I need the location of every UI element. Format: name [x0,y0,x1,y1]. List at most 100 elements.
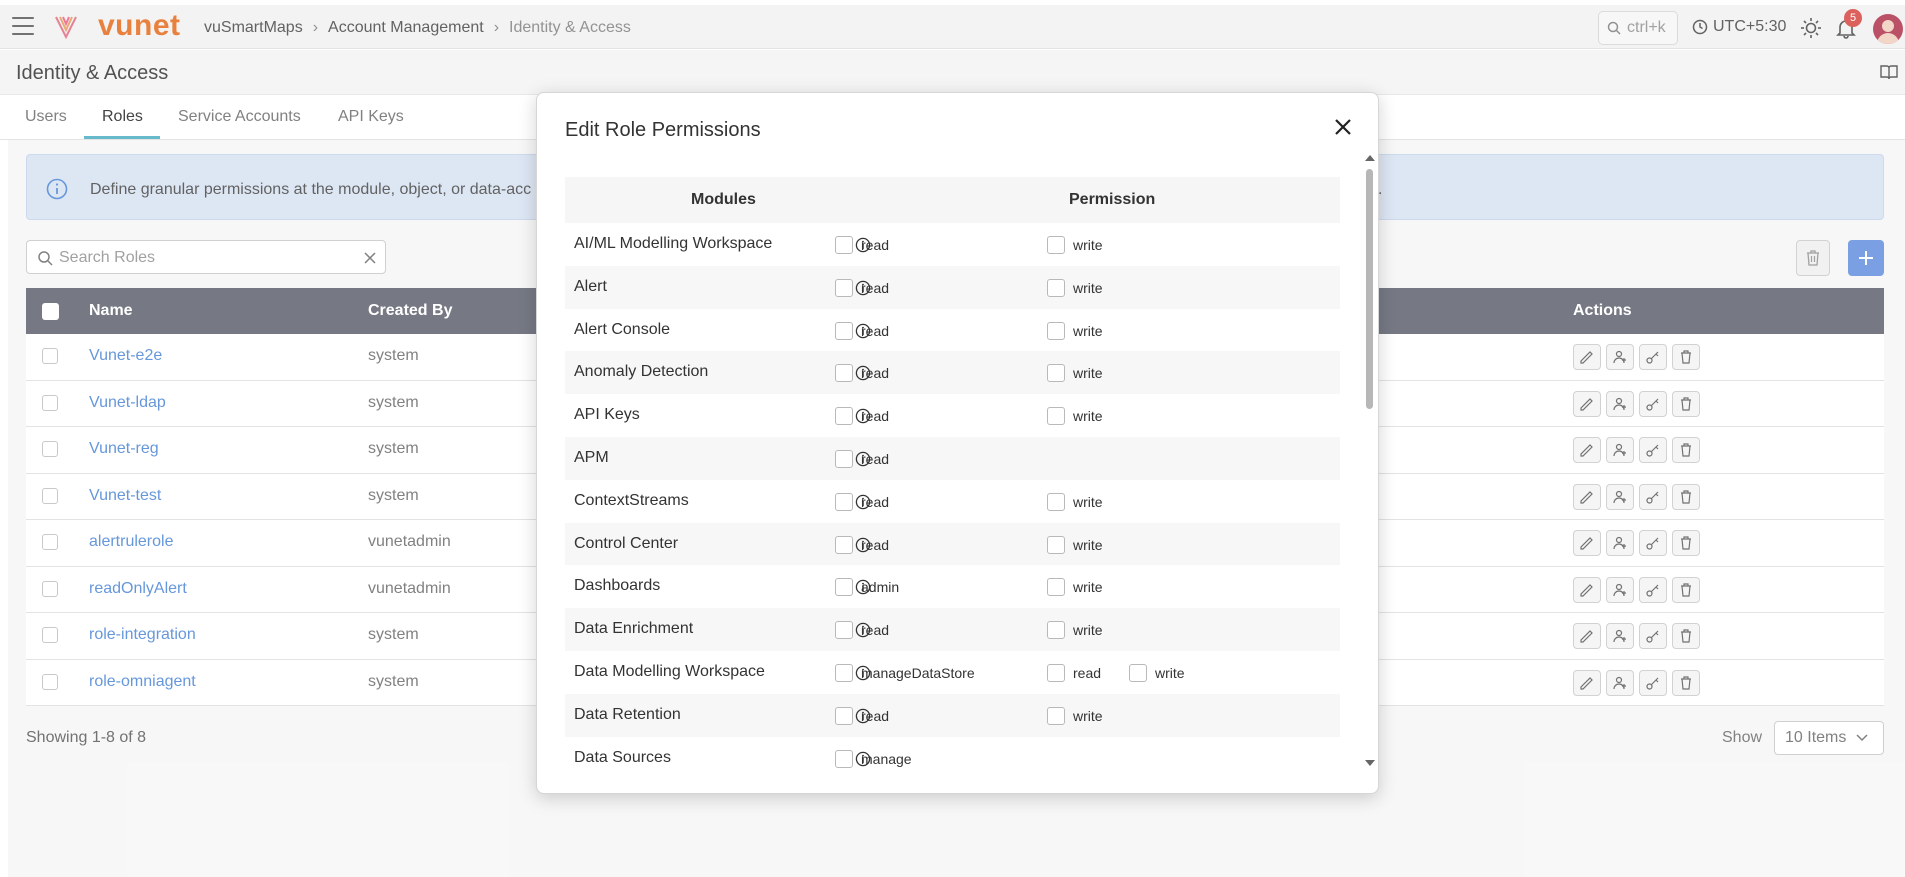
permission-label: admin [861,579,900,596]
permission-checkbox[interactable] [1047,407,1065,426]
permission-checkbox[interactable] [835,749,853,768]
modal-title: Edit Role Permissions [565,119,761,141]
permission-option-write[interactable]: write [1047,407,1103,426]
permission-option-write[interactable]: write [1047,578,1103,597]
permission-row-ai-ml-modelling-workspace: AI/ML Modelling Workspace read write [565,223,1340,266]
scroll-up-arrow-icon[interactable] [1365,155,1375,161]
permission-checkbox[interactable] [1047,321,1065,340]
permission-label: write [1073,322,1103,339]
permission-option-read[interactable]: read [835,706,890,725]
permission-checkbox[interactable] [835,321,853,340]
permission-checkbox[interactable] [835,535,853,554]
permission-row-anomaly-detection: Anomaly Detection read write [565,351,1340,395]
permission-option-read[interactable]: read [835,236,889,254]
permission-option-manage[interactable]: manage [835,749,912,768]
permission-checkbox[interactable] [1047,492,1065,511]
permissions-table: Modules Permission AI/ML Modelling Works… [565,177,1340,769]
permission-option-write[interactable]: write [1129,663,1185,682]
close-icon[interactable] [1331,115,1355,139]
permission-label: read [861,450,890,467]
permission-option-read[interactable]: read [835,278,890,297]
permission-option-admin[interactable]: admin [835,578,900,597]
module-name: Data Retention [574,705,681,723]
permission-option-write[interactable]: write [1047,706,1103,725]
permission-checkbox[interactable] [835,706,853,725]
permission-option-write[interactable]: write [1047,621,1103,640]
module-name: API Keys [574,406,640,424]
permission-checkbox[interactable] [835,278,853,297]
permission-option-read[interactable]: read [1047,663,1101,682]
module-name: Data Sources [574,748,671,766]
permission-row-api-keys: API Keys read write [565,394,1340,437]
permission-option-write[interactable]: write [1047,535,1103,554]
permission-row-data-enrichment: Data Enrichment read write [565,608,1340,651]
scroll-down-arrow-icon[interactable] [1365,760,1375,766]
module-name: Dashboards [574,577,661,595]
module-name: Control Center [574,534,679,552]
permission-checkbox[interactable] [835,364,853,383]
permission-option-write[interactable]: write [1047,364,1103,383]
permission-checkbox[interactable] [1047,278,1065,297]
permission-option-read[interactable]: read [835,621,890,640]
permission-checkbox[interactable] [835,407,853,426]
permission-label: read [861,536,890,553]
permission-label: read [861,279,890,296]
permissions-table-body[interactable]: AI/ML Modelling Workspace read write Alert r… [565,223,1340,769]
edit-role-permissions-modal: Edit Role Permissions Modules Permission… [536,92,1379,794]
permission-checkbox[interactable] [1047,663,1065,682]
permission-label: write [1155,664,1185,681]
permission-row-data-sources: Data Sources manage [565,737,1340,769]
permission-option-write[interactable]: write [1047,236,1103,254]
permission-option-read[interactable]: read [835,492,890,511]
module-name: Data Modelling Workspace [574,662,765,680]
permission-row-dashboards: Dashboards admin write [565,565,1340,608]
permission-label: write [1073,493,1103,510]
permission-row-data-modelling-workspace: Data Modelling Workspace manageDataStore r… [565,651,1340,694]
permission-row-control-center: Control Center read write [565,522,1340,566]
permission-label: read [861,365,890,382]
permission-checkbox[interactable] [835,236,853,254]
permission-label: write [1073,536,1103,553]
permission-checkbox[interactable] [1047,236,1065,254]
permission-label: read [861,408,890,425]
permission-checkbox[interactable] [1047,621,1065,640]
permission-label: read [861,237,890,253]
permission-option-read[interactable]: read [835,449,890,468]
permission-option-write[interactable]: write [1047,492,1103,511]
permission-checkbox[interactable] [835,578,853,597]
permission-checkbox[interactable] [1047,578,1065,597]
module-name: Alert Console [574,320,671,338]
permission-option-read[interactable]: read [835,364,890,383]
module-name: ContextStreams [574,491,689,509]
permission-option-read[interactable]: read [835,407,890,426]
permission-row-alert-console: Alert Console read write [565,309,1340,352]
permission-label: write [1073,579,1103,596]
permission-option-read[interactable]: read [835,535,890,554]
module-name: APM [574,448,609,466]
permission-label: write [1073,707,1103,724]
permission-label: write [1073,408,1103,425]
permission-option-read[interactable]: read [835,321,889,340]
permission-row-contextstreams: ContextStreams read write [565,480,1340,523]
permission-option-managedatastore[interactable]: manageDataStore [835,663,975,682]
permission-checkbox[interactable] [835,621,853,640]
permission-option-write[interactable]: write [1047,321,1103,340]
permission-checkbox[interactable] [835,663,853,682]
permission-label: read [861,493,890,510]
permission-label: read [861,707,890,724]
permission-label: write [1073,622,1103,639]
permission-checkbox[interactable] [835,492,853,511]
permission-checkbox[interactable] [1129,663,1147,682]
permission-row-apm: APM read [565,436,1340,480]
permission-row-alert: Alert read write [565,265,1340,309]
permission-checkbox[interactable] [1047,535,1065,554]
permission-checkbox[interactable] [1047,706,1065,725]
permission-label: manageDataStore [861,664,975,681]
permission-label: read [861,622,890,639]
scrollbar-thumb[interactable] [1366,169,1373,409]
module-name: AI/ML Modelling Workspace [574,235,773,252]
permission-checkbox[interactable] [1047,364,1065,383]
permission-option-write[interactable]: write [1047,278,1103,297]
permission-checkbox[interactable] [835,449,853,468]
module-name: Alert [574,277,607,295]
